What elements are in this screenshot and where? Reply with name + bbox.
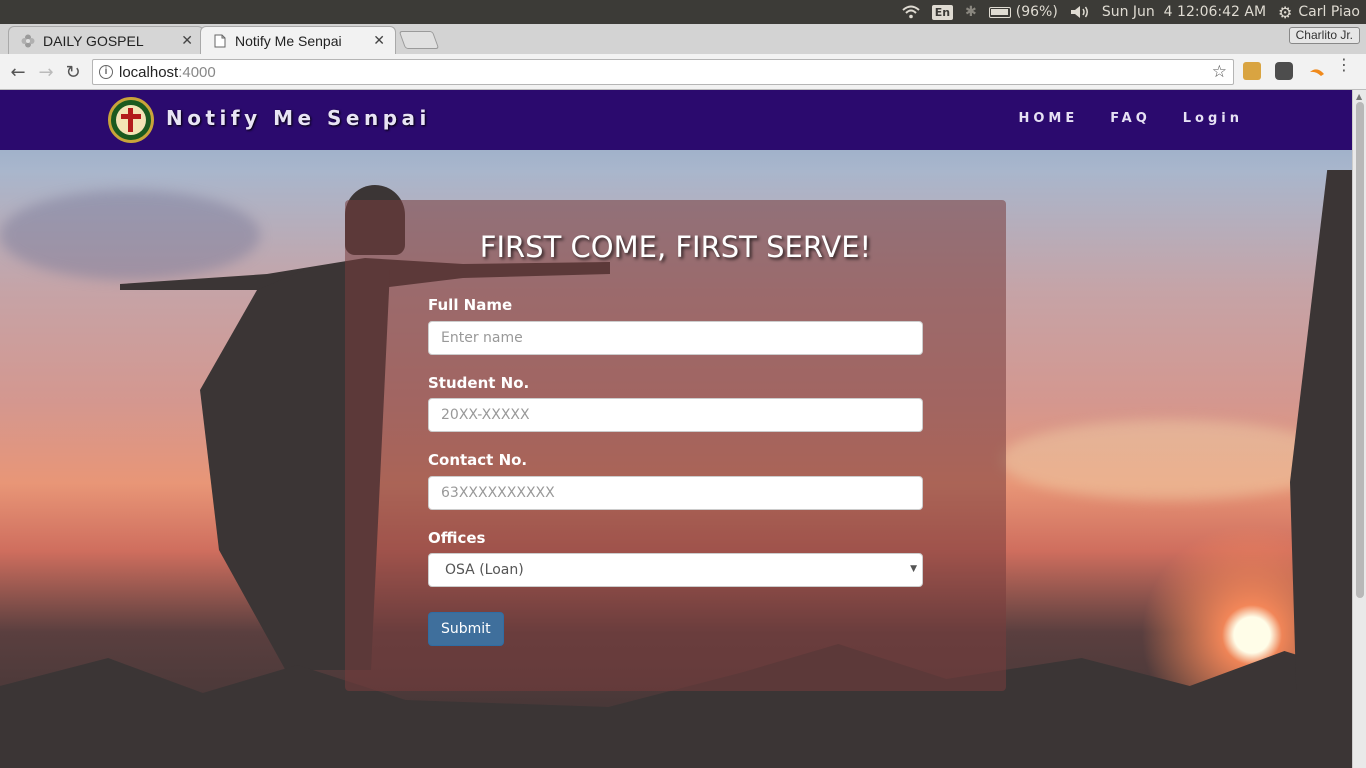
nav-links: HOME FAQ Login: [1019, 111, 1244, 126]
extension-icon[interactable]: [1243, 62, 1261, 80]
offices-label: Offices: [428, 529, 486, 547]
tab-notify-me-senpai[interactable]: Notify Me Senpai ✕: [200, 26, 396, 54]
tab-title: DAILY GOSPEL: [43, 32, 144, 49]
info-icon[interactable]: i: [99, 65, 113, 79]
offices-select[interactable]: OSA (Loan) ▼: [428, 553, 923, 587]
page-scrollbar[interactable]: ▲: [1352, 90, 1366, 768]
cloud-shape: [0, 190, 260, 280]
scrollbar-thumb[interactable]: [1356, 102, 1364, 598]
submit-button[interactable]: Submit: [428, 612, 504, 646]
contact-no-input[interactable]: [428, 476, 923, 510]
url-port: :4000: [178, 63, 216, 81]
browser-tab-strip: DAILY GOSPEL ✕ Notify Me Senpai ✕: [0, 24, 1366, 54]
web-page: Notify Me Senpai HOME FAQ Login FIRST CO…: [0, 90, 1352, 768]
tab-daily-gospel[interactable]: DAILY GOSPEL ✕: [8, 26, 204, 54]
nav-login-link[interactable]: Login: [1183, 111, 1243, 126]
clock[interactable]: Sun Jun 4 12:06:42 AM: [1102, 4, 1266, 20]
system-tray: En ✱ (96%) Sun Jun 4 12:06:42 AM ⚙ Carl …: [902, 0, 1360, 24]
battery-indicator[interactable]: (96%): [988, 4, 1058, 20]
dropdown-caret-icon: ▼: [910, 564, 917, 574]
contact-no-label: Contact No.: [428, 451, 528, 469]
battery-icon: [988, 6, 1011, 18]
address-bar[interactable]: i localhost:4000 ☆: [92, 59, 1234, 85]
nav-home-link[interactable]: HOME: [1019, 111, 1079, 126]
user-menu[interactable]: ⚙ Carl Piao: [1278, 3, 1360, 22]
form-title: FIRST COME, FIRST SERVE!: [479, 230, 872, 264]
school-logo[interactable]: [108, 97, 154, 143]
extension-orange-icon[interactable]: [1308, 62, 1326, 80]
site-navbar: Notify Me Senpai HOME FAQ Login: [0, 90, 1352, 150]
flower-favicon-icon: [21, 34, 35, 48]
offices-selected-value: OSA (Loan): [445, 562, 524, 578]
battery-percent: (96%): [1015, 4, 1058, 20]
back-arrow-icon[interactable]: ←: [8, 62, 28, 83]
gear-icon: ⚙: [1278, 2, 1293, 22]
new-tab-button[interactable]: [398, 31, 440, 49]
browser-toolbar: ← → ↻ i localhost:4000 ☆: [0, 54, 1366, 90]
scroll-up-arrow-icon[interactable]: ▲: [1356, 92, 1362, 101]
student-no-input[interactable]: [428, 398, 923, 432]
bluetooth-icon[interactable]: ✱: [965, 4, 977, 20]
nav-faq-link[interactable]: FAQ: [1110, 111, 1151, 126]
full-name-label: Full Name: [428, 296, 513, 314]
keyboard-language-indicator[interactable]: En: [931, 4, 954, 20]
user-name: Carl Piao: [1298, 4, 1360, 20]
page-favicon-icon: [213, 34, 227, 48]
url-host: localhost: [119, 63, 179, 81]
forward-arrow-icon[interactable]: →: [36, 62, 56, 83]
profile-button[interactable]: Charlito Jr.: [1288, 27, 1360, 44]
tree-silhouette: [1290, 170, 1352, 690]
reload-icon[interactable]: ↻: [63, 62, 83, 83]
volume-icon[interactable]: [1070, 5, 1090, 19]
extension-lightbulb-icon[interactable]: [1275, 62, 1293, 80]
queue-form-card: FIRST COME, FIRST SERVE! Full Name Stude…: [345, 200, 1006, 691]
site-brand[interactable]: Notify Me Senpai: [166, 106, 431, 130]
student-no-label: Student No.: [428, 374, 530, 392]
cloud-shape: [1000, 420, 1340, 500]
full-name-input[interactable]: [428, 321, 923, 355]
os-top-panel: En ✱ (96%) Sun Jun 4 12:06:42 AM ⚙ Carl …: [0, 0, 1366, 24]
bookmark-star-icon[interactable]: ☆: [1212, 62, 1227, 82]
close-tab-icon[interactable]: ✕: [373, 32, 385, 49]
wifi-icon[interactable]: [902, 5, 920, 19]
close-tab-icon[interactable]: ✕: [181, 32, 193, 49]
browser-menu-icon[interactable]: ⋮: [1336, 57, 1352, 73]
tab-title: Notify Me Senpai: [235, 32, 342, 49]
